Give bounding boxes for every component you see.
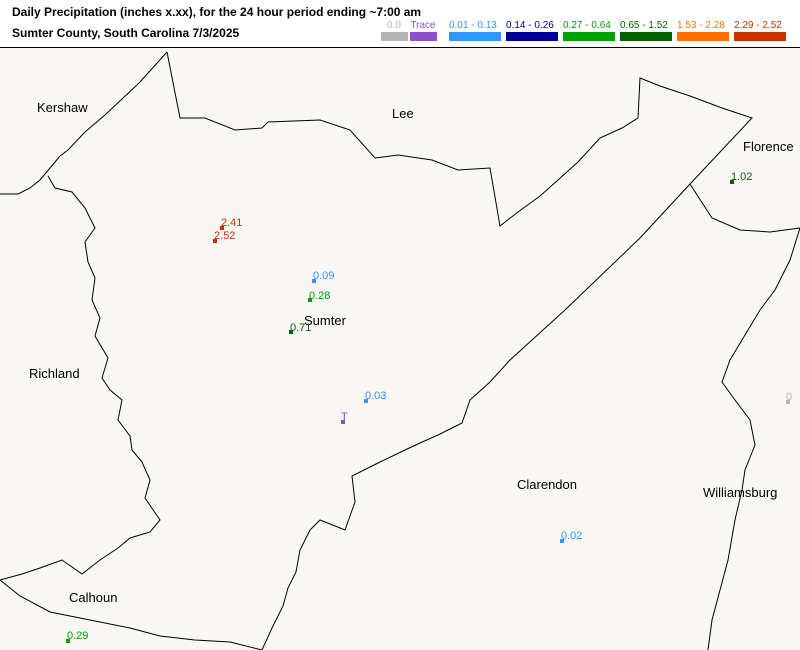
map-subtitle: Sumter County, South Carolina 7/3/2025 (12, 26, 240, 40)
station-0-28: 0.28 (308, 290, 330, 302)
station-2-41: 2.41 (220, 217, 242, 230)
station-value: 0.09 (313, 270, 334, 282)
station-markers: 2.41 2.52 0.09 0.28 0.71 0.03 T 1.02 0.0… (66, 171, 792, 643)
station-1-02: 1.02 (730, 171, 752, 184)
map-header: Daily Precipitation (inches x.xx), for t… (0, 0, 800, 48)
sumter-county-border (166, 51, 753, 650)
legend-item-0-14: 0.14 - 0.26 (506, 20, 558, 41)
legend-item-0-01: 0.01 - 0.13 (449, 20, 501, 41)
station-value: T (341, 411, 348, 423)
station-value: 0.02 (561, 530, 582, 542)
legend-label: 0.01 - 0.13 (449, 20, 497, 31)
county-label-richland: Richland (29, 366, 80, 381)
legend-swatch (677, 32, 729, 41)
station-value: 0.03 (365, 390, 386, 402)
legend-label: 1.53 - 2.28 (677, 20, 725, 31)
legend-swatch (620, 32, 672, 41)
legend-swatch (409, 32, 437, 41)
station-value: 0 (786, 391, 792, 403)
legend-item-0-27: 0.27 - 0.64 (563, 20, 615, 41)
station-0-09: 0.09 (312, 270, 334, 283)
county-labels: Kershaw Lee Florence Sumter Richland Cla… (29, 100, 794, 605)
richland-sumter-border (0, 175, 161, 581)
station-0-02: 0.02 (560, 530, 582, 543)
legend-swatch (506, 32, 558, 41)
county-label-florence: Florence (743, 139, 794, 154)
calhoun-border (0, 579, 263, 650)
precipitation-map-window: Daily Precipitation (inches x.xx), for t… (0, 0, 800, 650)
county-borders (0, 51, 800, 650)
richland-border (0, 51, 168, 195)
station-0-71: 0.71 (289, 322, 311, 334)
legend-swatch (563, 32, 615, 41)
legend-label: 0.14 - 0.26 (506, 20, 554, 31)
legend-label: 0.27 - 0.64 (563, 20, 611, 31)
florence-williamsburg-border (689, 183, 800, 233)
station-2-52: 2.52 (213, 230, 235, 243)
station-value: 1.02 (731, 171, 752, 183)
map-title: Daily Precipitation (inches x.xx), for t… (12, 5, 422, 19)
legend-item-2-29: 2.29 - 2.52 (734, 20, 786, 41)
williamsburg-clarendon-border (707, 227, 800, 650)
county-label-calhoun: Calhoun (69, 590, 117, 605)
station-trace: T (341, 411, 348, 424)
county-label-kershaw: Kershaw (37, 100, 88, 115)
legend-label: Trace (410, 20, 436, 31)
station-value: 0.28 (309, 290, 330, 302)
legend-swatch (449, 32, 501, 41)
legend-swatch (734, 32, 786, 41)
station-value: 2.52 (214, 230, 235, 242)
legend-item-1-53: 1.53 - 2.28 (677, 20, 729, 41)
county-label-clarendon: Clarendon (517, 477, 577, 492)
legend-label: 0.65 - 1.52 (620, 20, 668, 31)
legend-item-0-65: 0.65 - 1.52 (620, 20, 672, 41)
station-value: 0.71 (290, 322, 311, 334)
station-0-29: 0.29 (66, 630, 88, 643)
legend-item-trace: Trace (403, 20, 443, 41)
legend-label: 2.29 - 2.52 (734, 20, 782, 31)
station-zero: 0 (786, 391, 792, 404)
map-canvas: Kershaw Lee Florence Sumter Richland Cla… (0, 51, 800, 650)
station-value: 2.41 (221, 217, 242, 229)
county-map: Kershaw Lee Florence Sumter Richland Cla… (0, 48, 800, 650)
county-label-williamsburg: Williamsburg (703, 485, 777, 500)
county-label-lee: Lee (392, 106, 414, 121)
station-0-03: 0.03 (364, 390, 386, 403)
station-value: 0.29 (67, 630, 88, 642)
